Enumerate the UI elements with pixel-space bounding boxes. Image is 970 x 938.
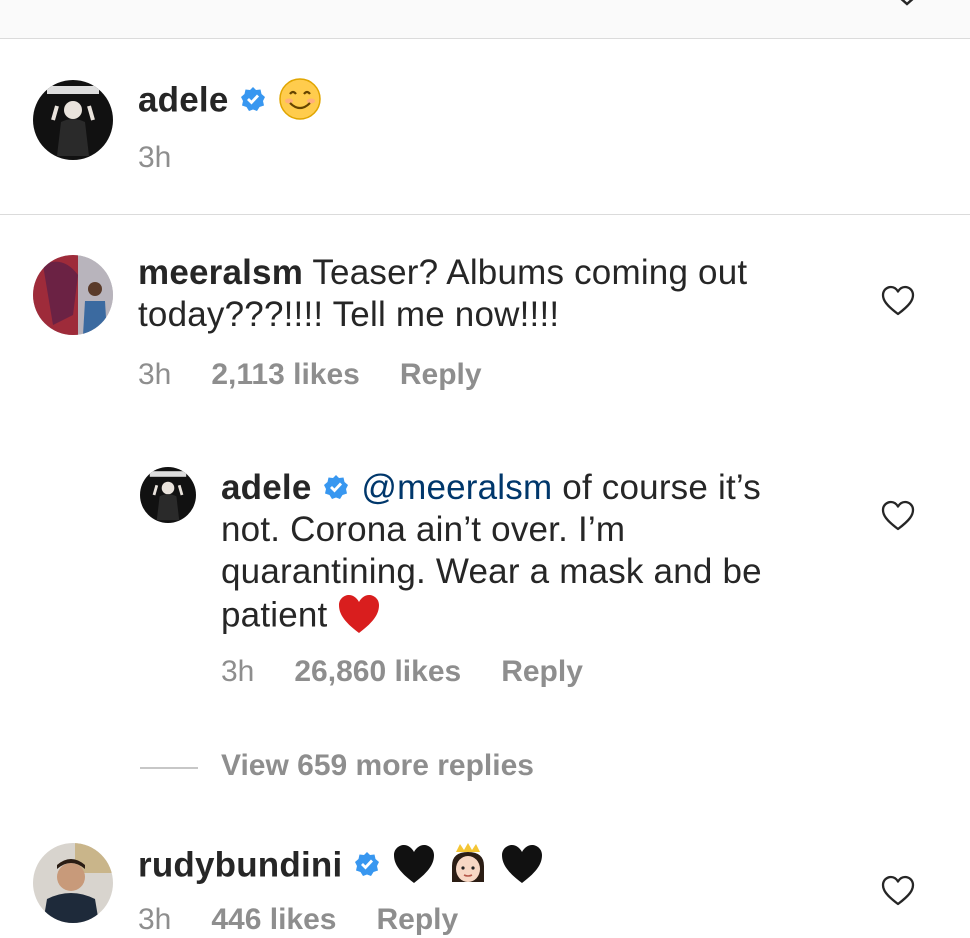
reply-adele-likes[interactable]: 26,860 likes	[294, 655, 461, 688]
comment-meeralsm-text: meeralsm Teaser? Albums coming out today…	[138, 253, 748, 334]
black-heart-emoji	[502, 845, 543, 883]
comment-meeralsm-reply-button[interactable]: Reply	[400, 358, 482, 391]
caption-username[interactable]: adele	[138, 80, 229, 119]
black-heart-emoji	[394, 845, 435, 883]
comment-rudybundini-text: rudybundini	[138, 842, 544, 892]
reply-adele-time: 3h	[221, 655, 255, 688]
verified-badge-icon	[324, 474, 349, 499]
comment-rudybundini-time: 3h	[138, 903, 172, 936]
red-heart-emoji	[339, 595, 380, 633]
like-heart-icon[interactable]	[881, 875, 915, 907]
caption-time: 3h	[138, 141, 172, 174]
verified-badge-icon	[241, 87, 266, 111]
view-more-replies-button[interactable]: View 659 more replies	[221, 748, 534, 784]
caption-text: adele	[138, 77, 322, 127]
comment-rudybundini-likes[interactable]: 446 likes	[211, 903, 336, 936]
avatar-rudybundini[interactable]	[33, 843, 113, 923]
princess-emoji	[452, 843, 485, 882]
smiling-face-emoji	[279, 78, 322, 120]
comment-rudybundini-reply-button[interactable]: Reply	[377, 903, 459, 936]
like-heart-icon[interactable]	[881, 285, 915, 317]
comment-meeralsm-likes[interactable]: 2,113 likes	[211, 358, 359, 391]
chevron-down-icon[interactable]	[896, 0, 918, 6]
comment-meeralsm-username[interactable]: meeralsm	[138, 253, 303, 292]
comment-rudybundini-meta: 3h 446 likes Reply	[138, 902, 498, 938]
top-bar	[0, 0, 970, 39]
comment-rudybundini-username[interactable]: rudybundini	[138, 845, 342, 884]
avatar-adele-reply[interactable]	[140, 467, 196, 523]
verified-badge-icon	[355, 852, 380, 876]
avatar-adele[interactable]	[33, 80, 113, 160]
like-heart-icon[interactable]	[881, 500, 915, 532]
reply-adele-text: adele @meeralsm of course it’s not. Coro…	[221, 468, 762, 635]
view-more-line	[140, 767, 198, 769]
avatar-meeralsm[interactable]	[33, 255, 113, 335]
mention-link[interactable]: @meeralsm	[361, 468, 552, 507]
comment-meeralsm-meta: 3h 2,113 likes Reply	[138, 357, 522, 393]
comment-meeralsm-time: 3h	[138, 358, 172, 391]
reply-adele-reply-button[interactable]: Reply	[501, 655, 583, 688]
caption-divider	[0, 214, 970, 215]
reply-adele-meta: 3h 26,860 likes Reply	[221, 654, 623, 690]
caption-meta: 3h	[138, 140, 211, 176]
reply-adele-username[interactable]: adele	[221, 468, 312, 507]
